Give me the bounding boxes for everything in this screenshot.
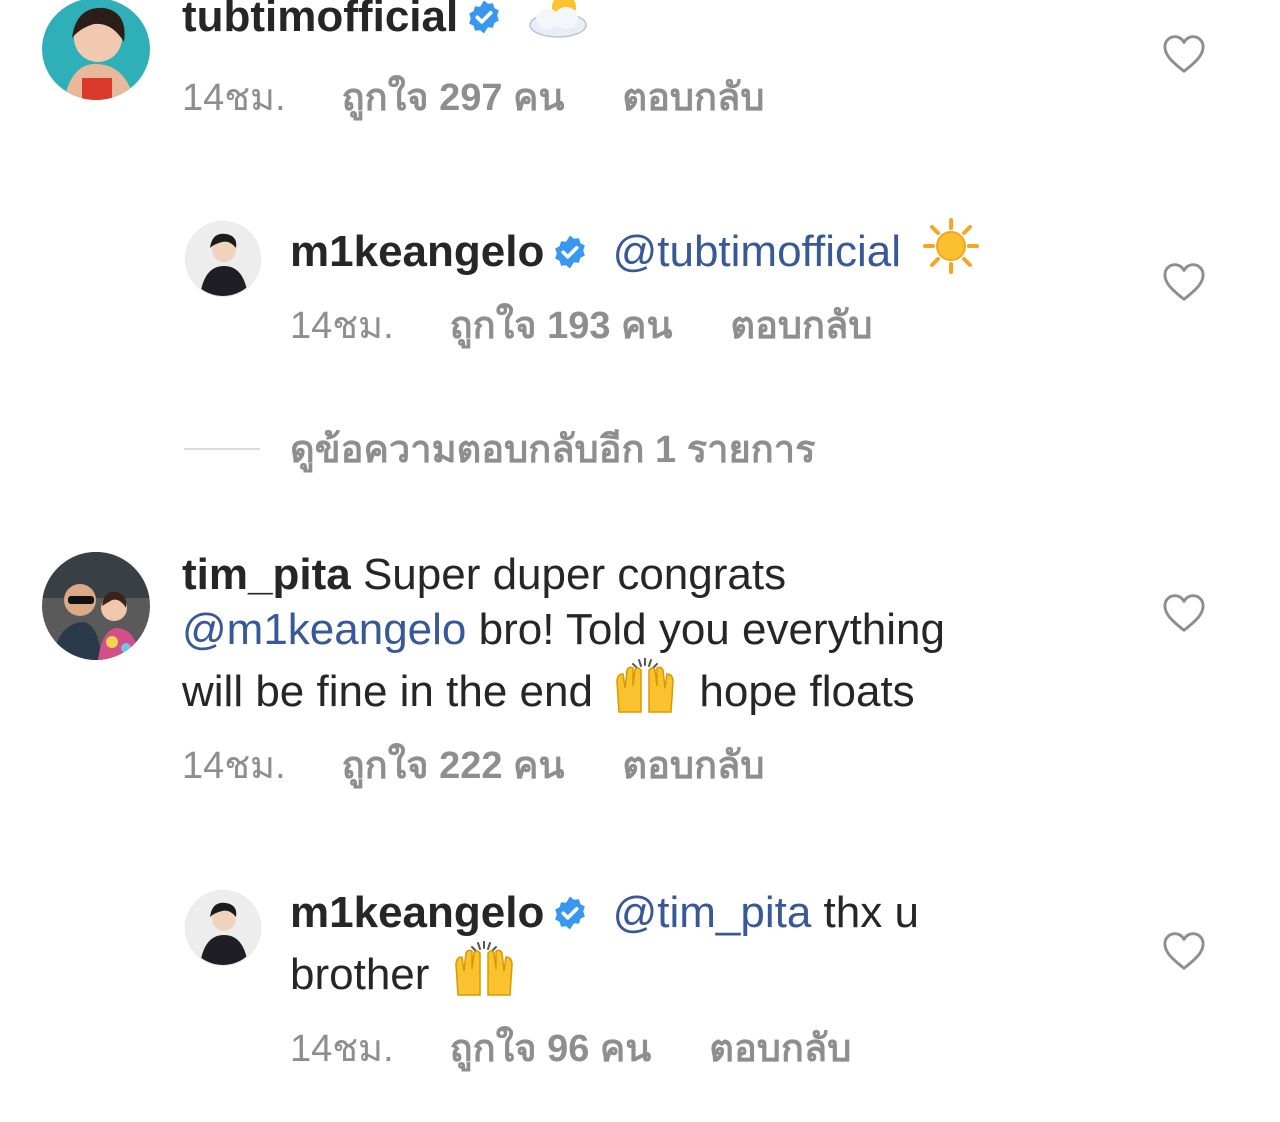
mention-link[interactable]: @m1keangelo	[182, 605, 466, 654]
avatar[interactable]	[42, 0, 150, 100]
likes-count[interactable]: ถูกใจ 96 คน	[450, 1027, 652, 1071]
verified-badge-icon	[466, 0, 502, 34]
comment-text: m1keangelo @tubtimofficial	[290, 218, 980, 279]
comment-text: @m1keangelo bro! Told you everything	[182, 603, 945, 657]
comment-meta: 14ชม. ถูกใจ 96 คน ตอบกลับ	[290, 1027, 851, 1071]
avatar[interactable]	[185, 221, 261, 297]
comment-time: 14ชม.	[182, 745, 286, 787]
reply-button[interactable]: ตอบกลับ	[622, 76, 764, 120]
comment-time: 14ชม.	[182, 77, 286, 119]
comment-text: will be fine in the end hope floats	[182, 657, 915, 719]
comment-text: m1keangelo @tim_pita thx u	[290, 886, 919, 940]
comment-text: brother	[290, 940, 516, 1002]
username[interactable]: m1keangelo	[290, 227, 544, 276]
comment-time: 14ชม.	[290, 305, 394, 347]
username[interactable]: m1keangelo	[290, 888, 544, 937]
comment-body: bro! Told you everything	[478, 605, 945, 654]
reply-button[interactable]: ตอบกลับ	[622, 744, 764, 788]
username[interactable]: tim_pita	[182, 550, 351, 599]
raising-hands-icon	[613, 657, 677, 714]
comment-meta: 14ชม. ถูกใจ 193 คน ตอบกลับ	[290, 304, 872, 348]
view-more-replies-button[interactable]: ดูข้อความตอบกลับอีก 1 รายการ	[290, 428, 816, 472]
verified-badge-icon	[552, 229, 588, 269]
like-heart-icon[interactable]	[1162, 931, 1206, 971]
comment-body: will be fine in the end	[182, 667, 593, 716]
comment-time: 14ชม.	[290, 1028, 394, 1070]
like-heart-icon[interactable]	[1162, 34, 1206, 74]
verified-badge-icon	[552, 890, 588, 930]
reply-button[interactable]: ตอบกลับ	[730, 304, 872, 348]
comment-text: tim_pita Super duper congrats	[182, 548, 786, 602]
comment-body: brother	[290, 950, 430, 999]
likes-count[interactable]: ถูกใจ 193 คน	[450, 304, 673, 348]
mention-link[interactable]: @tim_pita	[613, 888, 812, 937]
divider-line	[184, 448, 260, 450]
like-heart-icon[interactable]	[1162, 262, 1206, 302]
avatar[interactable]	[42, 552, 150, 660]
comment-body: thx u	[823, 888, 919, 937]
username[interactable]: tubtimofficial	[182, 0, 458, 41]
raising-hands-icon	[452, 940, 516, 997]
like-heart-icon[interactable]	[1162, 593, 1206, 633]
mention-link[interactable]: @tubtimofficial	[613, 227, 901, 276]
comment-body: hope floats	[699, 667, 915, 716]
comment-meta: 14ชม. ถูกใจ 222 คน ตอบกลับ	[182, 744, 764, 788]
likes-count[interactable]: ถูกใจ 297 คน	[342, 76, 565, 120]
comment-text: tubtimofficial	[182, 0, 590, 44]
avatar[interactable]	[185, 890, 261, 966]
comment-meta: 14ชม. ถูกใจ 297 คน ตอบกลับ	[182, 76, 764, 120]
likes-count[interactable]: ถูกใจ 222 คน	[342, 744, 565, 788]
sun-icon	[923, 218, 980, 274]
sun-behind-cloud-icon	[526, 0, 590, 39]
reply-button[interactable]: ตอบกลับ	[709, 1027, 851, 1071]
comment-body: Super duper congrats	[362, 550, 787, 599]
